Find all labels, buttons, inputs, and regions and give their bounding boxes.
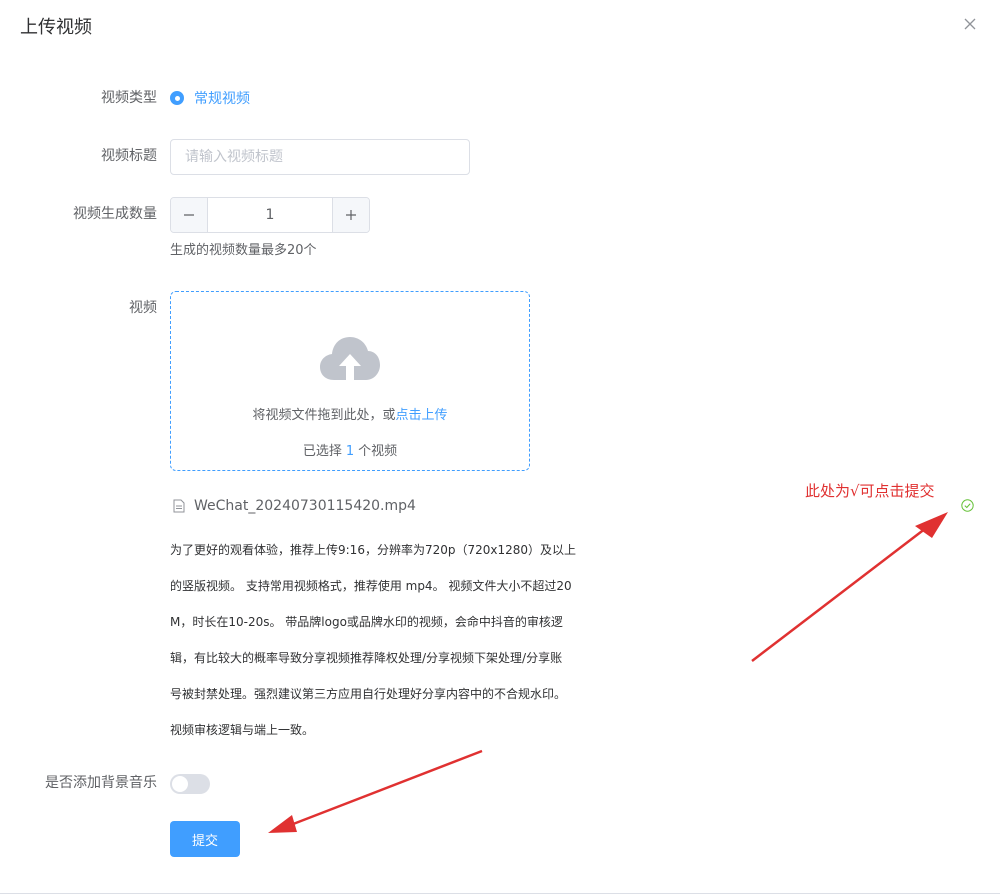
upload-instruction: 将视频文件拖到此处，或点击上传 [171, 406, 529, 426]
selected-suffix: 个视频 [358, 444, 398, 459]
minus-icon [184, 214, 194, 216]
note-line: 辑，有比较大的概率导致分享视频推荐降权处理/分享视频下架处理/分享账 [170, 651, 563, 665]
dialog-title: 上传视频 [20, 17, 92, 38]
plus-icon [346, 210, 356, 220]
video-title-input[interactable] [170, 139, 470, 175]
upload-notes: 为了更好的观看体验，推荐上传9:16，分辨率为720p（720x1280）及以上… [170, 532, 577, 748]
quantity-stepper: 1 [170, 197, 370, 233]
selected-count-text: 已选择 1 个视频 [171, 442, 529, 462]
close-button[interactable] [960, 14, 980, 34]
generate-count-label: 视频生成数量 [73, 206, 157, 222]
note-line: 为了更好的观看体验，推荐上传9:16，分辨率为720p（720x1280）及以上 [170, 543, 577, 557]
count-hint: 生成的视频数量最多20个 [170, 243, 317, 258]
toggle-knob [172, 776, 188, 792]
radio-checked-icon [170, 91, 184, 105]
selected-prefix: 已选择 [302, 444, 342, 459]
increase-button[interactable] [332, 198, 369, 232]
annotation-text: 此处为√可点击提交 [805, 482, 935, 500]
video-title-label: 视频标题 [101, 148, 157, 164]
check-circle-icon[interactable] [961, 499, 974, 512]
radio-regular-video[interactable]: 常规视频 [170, 88, 250, 108]
decrease-button[interactable] [171, 198, 208, 232]
bg-music-toggle[interactable] [170, 774, 210, 794]
note-line: 视频审核逻辑与端上一致。 [170, 723, 315, 737]
click-upload-link[interactable]: 点击上传 [396, 408, 448, 423]
file-name: WeChat_20240730115420.mp4 [194, 498, 416, 514]
uploaded-file-item[interactable]: WeChat_20240730115420.mp4 [173, 495, 416, 517]
close-icon [964, 18, 976, 30]
selected-count: 1 [345, 444, 355, 459]
note-line: 号被封禁处理。强烈建议第三方应用自行处理好分享内容中的不合规水印。 [170, 687, 567, 701]
arrow-to-check-icon [751, 512, 948, 662]
submit-button[interactable]: 提交 [170, 821, 240, 857]
radio-label: 常规视频 [194, 91, 250, 107]
document-icon [173, 499, 185, 513]
quantity-input[interactable]: 1 [208, 198, 332, 232]
arrow-to-submit-button [268, 749, 483, 833]
note-line: 的竖版视频。 支持常用视频格式，推荐使用 mp4。 视频文件大小不超过20 [170, 579, 572, 593]
bg-music-label: 是否添加背景音乐 [45, 775, 157, 791]
video-label: 视频 [129, 300, 157, 316]
cloud-upload-icon [320, 337, 380, 380]
upload-video-dialog: 上传视频 视频类型 常规视频 视频标题 视频生成数量 1 生成的视频数量最多20… [0, 0, 1000, 894]
drop-text: 将视频文件拖到此处，或 [252, 408, 396, 423]
note-line: M，时长在10-20s。 带品牌logo或品牌水印的视频，会命中抖音的审核逻 [170, 615, 563, 629]
video-type-label: 视频类型 [101, 90, 157, 106]
upload-dropzone[interactable]: 将视频文件拖到此处，或点击上传 已选择 1 个视频 [170, 291, 530, 471]
